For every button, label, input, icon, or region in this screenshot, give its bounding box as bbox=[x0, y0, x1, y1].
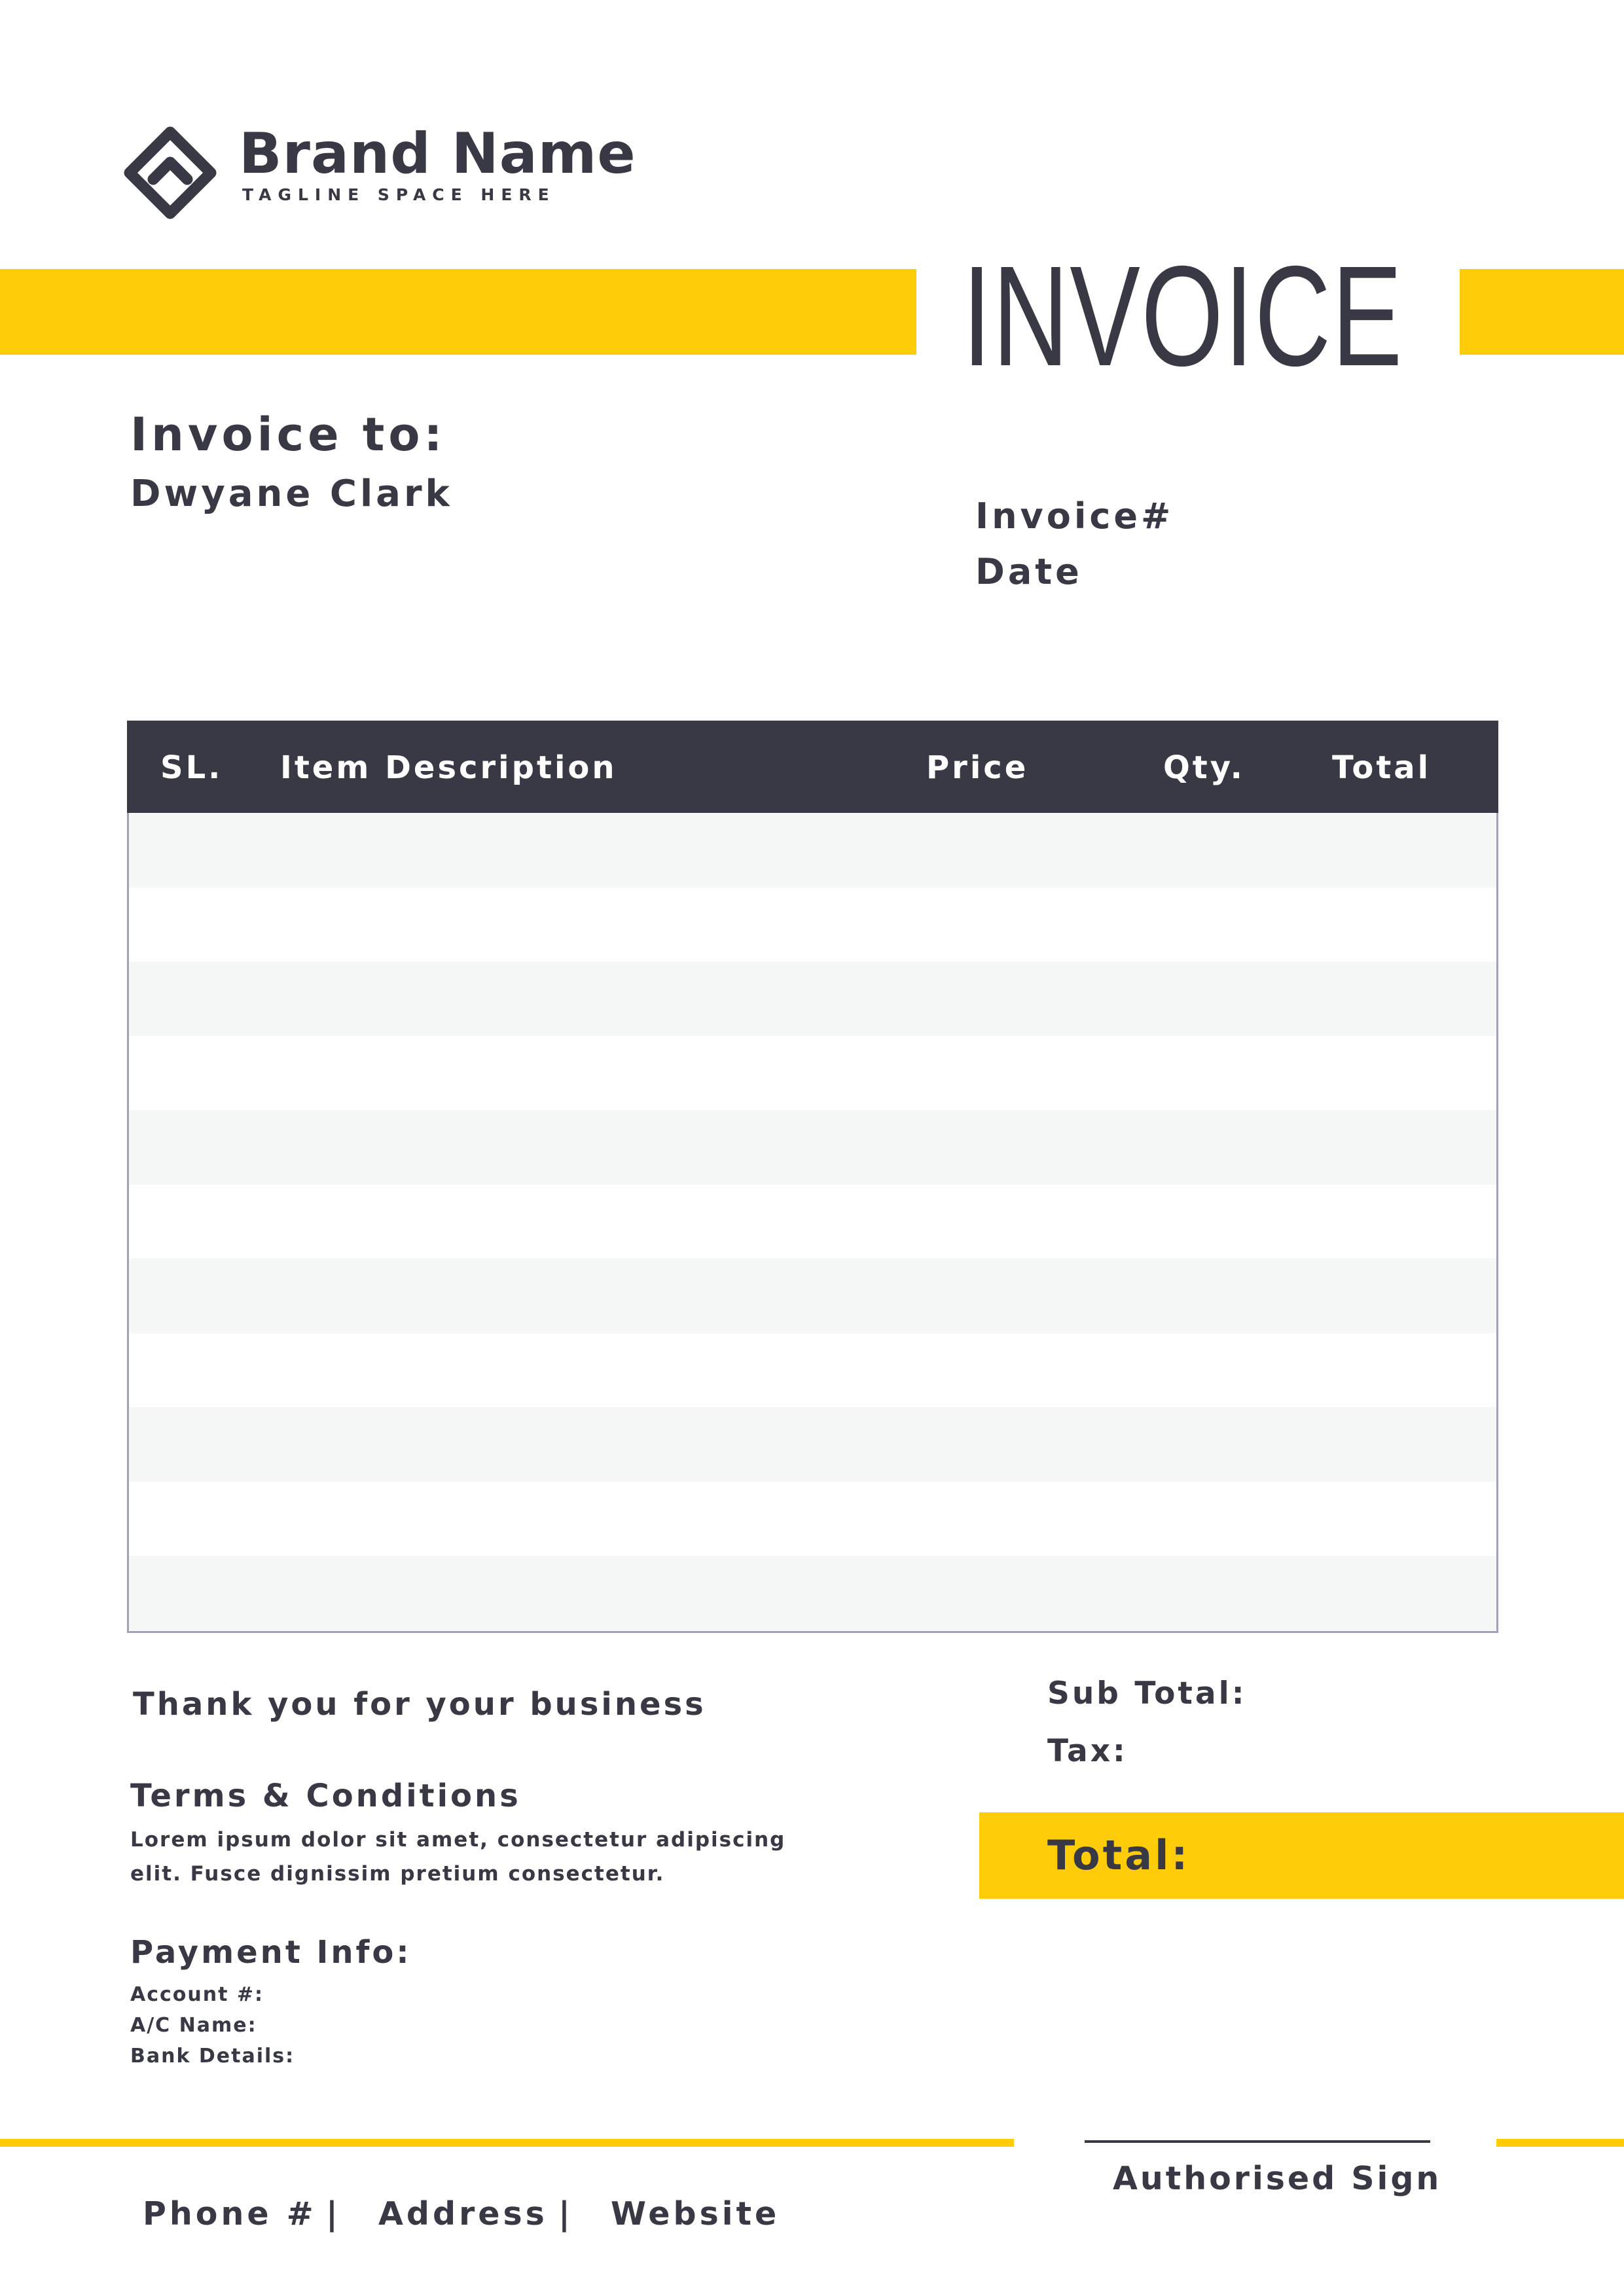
signature-line bbox=[1085, 2140, 1430, 2143]
terms-text: Lorem ipsum dolor sit amet, consectetur … bbox=[130, 1823, 798, 1891]
table-body bbox=[129, 813, 1496, 1630]
terms-title: Terms & Conditions bbox=[130, 1778, 521, 1814]
invoice-to-label: Invoice to: bbox=[130, 408, 446, 461]
invoice-title: INVOICE bbox=[962, 237, 1403, 396]
table-row bbox=[129, 1333, 1496, 1408]
footer-accent-line-right bbox=[1496, 2139, 1624, 2147]
table-row bbox=[129, 1036, 1496, 1111]
column-header-description: Item Description bbox=[280, 749, 617, 786]
brand-tagline: TAGLINE SPACE HERE bbox=[242, 185, 556, 204]
column-header-qty: Qty. bbox=[1163, 749, 1245, 786]
terms-line: elit. Fusce dignissim pretium consectetu… bbox=[130, 1862, 665, 1886]
footer-accent-line-left bbox=[0, 2139, 1014, 2147]
table-row bbox=[129, 1407, 1496, 1482]
brand-name: Brand Name bbox=[239, 121, 636, 187]
terms-line: Lorem ipsum dolor sit amet, consectetur … bbox=[130, 1828, 786, 1852]
table-row bbox=[129, 1482, 1496, 1556]
accent-bar-right bbox=[1460, 269, 1624, 355]
diamond-roof-logo-icon bbox=[124, 126, 217, 219]
thank-you-note: Thank you for your business bbox=[133, 1686, 706, 1723]
bank-details-label: Bank Details: bbox=[130, 2045, 295, 2068]
footer-website: Website bbox=[611, 2195, 780, 2233]
footer-address: Address bbox=[378, 2195, 548, 2233]
column-header-price: Price bbox=[926, 749, 1029, 786]
table-row bbox=[129, 1556, 1496, 1630]
footer-phone: Phone # bbox=[143, 2195, 317, 2233]
account-number-label: Account #: bbox=[130, 1983, 264, 2006]
payment-title: Payment Info: bbox=[130, 1934, 412, 1971]
client-name: Dwyane Clark bbox=[130, 473, 453, 515]
footer-separator: | bbox=[558, 2195, 573, 2233]
table-row bbox=[129, 813, 1496, 888]
table-row bbox=[129, 1259, 1496, 1333]
date-label: Date bbox=[975, 551, 1083, 592]
total-label: Total: bbox=[1047, 1831, 1191, 1879]
table-row bbox=[129, 1110, 1496, 1185]
table-header: SL. Item Description Price Qty. Total bbox=[127, 721, 1498, 813]
column-header-total: Total bbox=[1332, 749, 1432, 786]
account-name-label: A/C Name: bbox=[130, 2014, 257, 2037]
column-header-sl: SL. bbox=[160, 749, 223, 786]
authorised-sign-label: Authorised Sign bbox=[1113, 2160, 1442, 2197]
footer-separator: | bbox=[326, 2195, 341, 2233]
table-row bbox=[129, 888, 1496, 962]
table-row bbox=[129, 1185, 1496, 1259]
items-table: SL. Item Description Price Qty. Total bbox=[127, 721, 1498, 1633]
tax-label: Tax: bbox=[1047, 1733, 1128, 1769]
invoice-number-label: Invoice# bbox=[975, 495, 1174, 537]
table-row bbox=[129, 961, 1496, 1036]
subtotal-label: Sub Total: bbox=[1047, 1676, 1247, 1712]
accent-bar-left bbox=[0, 269, 916, 355]
